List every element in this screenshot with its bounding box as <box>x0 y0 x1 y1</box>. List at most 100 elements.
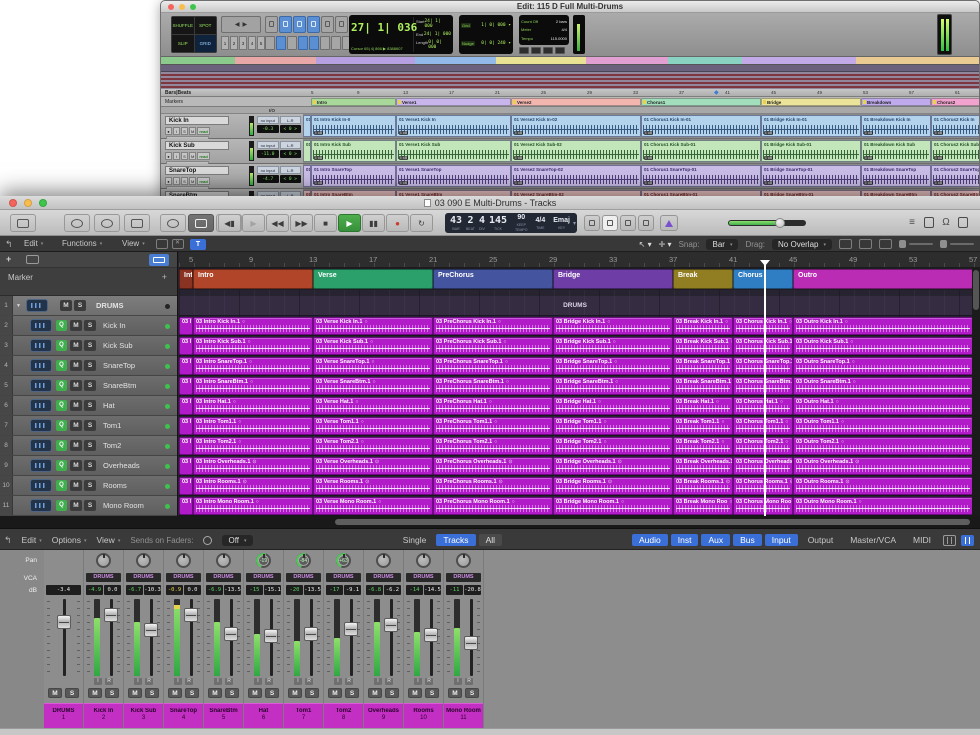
selector-tool-icon[interactable] <box>293 16 306 33</box>
track-header-tom2[interactable]: 8QMSTom2 <box>0 436 177 456</box>
playhead[interactable] <box>764 260 766 516</box>
quantize-button[interactable]: Q <box>56 480 67 491</box>
back-arrow-icon[interactable]: ↰ <box>5 239 13 250</box>
channel-name-plate[interactable]: Overheads9 <box>364 703 403 728</box>
master-level-button[interactable] <box>660 215 678 231</box>
record-button[interactable]: ● <box>386 214 409 232</box>
vertical-scrollbar[interactable] <box>972 268 980 516</box>
record-enable-button[interactable]: R <box>225 678 233 685</box>
pt-mode-slip[interactable]: SLIP <box>172 35 194 52</box>
mute-button[interactable]: M <box>70 340 82 351</box>
pan-knob[interactable] <box>136 553 151 568</box>
pt-marker-verse2[interactable]: Verse2 <box>511 98 641 106</box>
region-fill[interactable]: 03 I <box>179 357 193 375</box>
region[interactable]: 03 Chorus Rooms.1⊙ <box>733 477 793 495</box>
menu-edit[interactable]: Edit <box>24 239 43 248</box>
mixer-menu-edit[interactable]: Edit <box>22 535 42 545</box>
pt-region[interactable]: 01 Bridge SnareTop-010 dB <box>761 165 861 187</box>
region[interactable]: 03 Outro Rooms.1⊙ <box>793 477 973 495</box>
chevron-down-icon[interactable]: ▾ <box>573 220 576 227</box>
pan-knob[interactable] <box>216 553 231 568</box>
mixer-view-single[interactable]: Single <box>396 534 434 546</box>
region-fill[interactable]: 03 I <box>179 397 193 415</box>
record-dot-icon[interactable]: ● <box>165 127 172 135</box>
record-enable-button[interactable]: R <box>145 678 153 685</box>
solo-button[interactable]: S <box>74 300 86 311</box>
pt-region[interactable]: 01 Intro Kick In-00 dB <box>311 115 396 137</box>
zoomer-tool-icon[interactable] <box>265 16 278 33</box>
pt-marker-intro[interactable]: Intro <box>311 98 396 106</box>
region[interactable]: 03 Intro Kick In.1○ <box>193 317 313 335</box>
track-header-drums[interactable]: 1▼MSDRUMS <box>0 296 177 316</box>
pt-bars-beats-counter[interactable]: 27| 1| 036 <box>351 17 413 39</box>
quantize-button[interactable]: Q <box>56 360 67 371</box>
solo-button[interactable]: S <box>65 688 79 698</box>
lcd-key[interactable]: EmajKEY <box>551 214 572 232</box>
count-in-button[interactable] <box>602 215 618 231</box>
mixer-filter-audio[interactable]: Audio <box>632 534 668 546</box>
record-dot-icon[interactable]: ● <box>165 177 172 185</box>
track-header-snarebtm[interactable]: 5QMSSnareBtm <box>0 376 177 396</box>
pt-read-selector[interactable]: read <box>197 127 209 135</box>
fader-db-value[interactable]: -15.1 <box>264 585 281 595</box>
region[interactable]: 03 Outro SnareBtm.1○ <box>793 377 973 395</box>
mute-button[interactable]: M <box>70 320 82 331</box>
vca-assignment[interactable]: DRUMS <box>366 573 401 582</box>
region-fill[interactable]: 03 I <box>179 417 193 435</box>
region-inspector-button[interactable] <box>149 254 169 266</box>
region[interactable]: 03 Chorus Mono Roo○ <box>733 497 793 515</box>
mixer-filter-aux[interactable]: Aux <box>701 534 730 546</box>
mute-button[interactable]: M <box>328 688 342 698</box>
track-header-mono-room[interactable]: 11QMSMono Room <box>0 496 177 516</box>
region[interactable]: 03 Verse Tom2.1○ <box>313 437 433 455</box>
pt-edit-icon-2[interactable] <box>287 36 297 50</box>
marker-lane-header[interactable]: Marker + <box>0 268 177 296</box>
pt-input-selector[interactable]: no input <box>257 116 279 124</box>
vca-assignment[interactable]: DRUMS <box>246 573 281 582</box>
pt-track-name[interactable]: Kick In <box>165 116 229 125</box>
pt-zoom-preset-5[interactable]: 5 <box>257 36 265 50</box>
catch-playhead-button[interactable]: T <box>190 239 206 250</box>
region[interactable]: 03 Bridge Mono Room.1○ <box>553 497 673 515</box>
region[interactable]: 03 Break Tom1.1○ <box>673 417 733 435</box>
quantize-button[interactable]: Q <box>56 440 67 451</box>
mute-button[interactable]: M <box>288 688 302 698</box>
region[interactable]: 03 Bridge Overheads.1⊙ <box>553 457 673 475</box>
input-monitor-button[interactable]: I <box>94 678 102 685</box>
cmd-click-tool-menu[interactable]: ✛ ▾ <box>659 240 672 249</box>
solo-button[interactable]: S <box>265 688 279 698</box>
region-fill[interactable]: 03 I <box>179 477 193 495</box>
pt-zoom-preset-2[interactable]: 2 <box>230 36 238 50</box>
pt-zoom-preset-1[interactable]: 1 <box>221 36 229 50</box>
volume-fader[interactable] <box>384 618 398 632</box>
pt-read-selector[interactable]: read <box>197 152 209 160</box>
rewind-button[interactable]: ◀◀ <box>266 214 289 232</box>
pt-region[interactable]: 01 Breakdown Kick In0 dB <box>861 115 931 137</box>
region[interactable]: 03 PreChorus SnareTop.1○ <box>433 357 553 375</box>
solo-button[interactable]: S <box>84 400 96 411</box>
region[interactable]: 03 PreChorus Kick Sub.1○ <box>433 337 553 355</box>
channel-name-plate[interactable]: Mono Room11 <box>444 703 483 728</box>
fader-db-value[interactable]: -14.5 <box>424 585 441 595</box>
track-on-dot[interactable] <box>165 324 170 329</box>
smart-controls-button[interactable] <box>160 214 186 232</box>
pt-ruler[interactable]: Bars|Beats 5913172125293337414549535761◆ <box>161 89 979 97</box>
region[interactable]: 03 Chorus Tom1.1○ <box>733 417 793 435</box>
volume-fader[interactable] <box>57 615 71 629</box>
lcd-display[interactable]: 43BAR 2BEAT 4DIV 145TICK 90KEEPTEMPO 4/4… <box>445 213 577 233</box>
pt-region-fill[interactable]: 01 <box>303 165 311 187</box>
mute-button[interactable]: M <box>128 688 142 698</box>
region[interactable]: 03 Chorus Overheads.1⊙ <box>733 457 793 475</box>
channel-name-plate[interactable]: Kick In2 <box>84 703 123 728</box>
duplicate-track-icon[interactable] <box>26 255 39 264</box>
lcd-time-signature[interactable]: 4/4TIME <box>533 214 547 232</box>
pt-pan-value[interactable]: < 0 > <box>280 125 302 133</box>
region[interactable]: 03 Intro Tom2.1○ <box>193 437 313 455</box>
pt-playhead-diamond-icon[interactable]: ◆ <box>714 89 719 97</box>
vca-assignment[interactable]: DRUMS <box>86 573 121 582</box>
quantize-button[interactable]: Q <box>56 400 67 411</box>
solo-button[interactable]: S <box>84 320 96 331</box>
mute-button[interactable]: M <box>448 688 462 698</box>
region[interactable]: 03 Verse Kick In.1○ <box>313 317 433 335</box>
solo-button[interactable]: S <box>84 420 96 431</box>
